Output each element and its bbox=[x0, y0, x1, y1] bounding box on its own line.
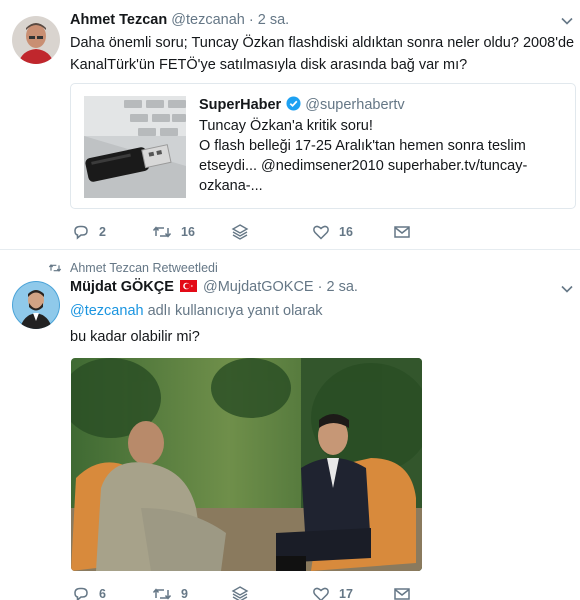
quoted-author-handle[interactable]: @superhabertv bbox=[305, 97, 404, 113]
author-handle[interactable]: @MujdatGOKCE bbox=[203, 279, 314, 295]
separator-dot: · bbox=[317, 279, 323, 295]
reply-count: 2 bbox=[99, 225, 106, 239]
stack-button[interactable] bbox=[231, 584, 249, 600]
heart-icon bbox=[313, 225, 329, 240]
tweet-timestamp[interactable]: 2 sa. bbox=[258, 12, 289, 28]
separator-dot: · bbox=[248, 12, 254, 28]
flash-drive-image[interactable] bbox=[84, 96, 186, 198]
envelope-icon bbox=[394, 588, 410, 600]
tweet-actions: 6 9 17 bbox=[72, 584, 432, 600]
quoted-author-name[interactable]: SuperHaber bbox=[199, 97, 281, 113]
retweet-icon bbox=[152, 226, 172, 238]
turkey-flag-icon bbox=[179, 280, 197, 292]
author-handle[interactable]: @tezcanah bbox=[171, 12, 245, 28]
reply-icon bbox=[74, 587, 88, 600]
stack-icon bbox=[231, 586, 249, 600]
retweet-count: 16 bbox=[181, 225, 195, 239]
like-count: 16 bbox=[339, 225, 353, 239]
tweet-text-line: KanalTürk'ün FETÖ'ye satılmasıyla disk a… bbox=[70, 57, 468, 73]
verified-badge-icon bbox=[286, 96, 301, 111]
retweet-button[interactable]: 9 bbox=[152, 584, 188, 600]
quoted-tweet[interactable]: SuperHaber @superhabertv Tuncay Özkan'a … bbox=[70, 83, 576, 209]
heart-icon bbox=[313, 587, 329, 600]
chevron-down-icon[interactable] bbox=[559, 13, 575, 29]
tweet-header: Ahmet Tezcan @tezcanah · 2 sa. bbox=[70, 12, 289, 28]
tweet-actions: 2 16 16 bbox=[72, 222, 432, 242]
tweet-header: Müjdat GÖKÇE @MujdatGOKCE · 2 sa. bbox=[70, 279, 358, 295]
avatar-mujdat-gokce[interactable] bbox=[12, 281, 60, 329]
tweet-text: bu kadar olabilir mi? bbox=[70, 329, 200, 345]
like-button[interactable]: 16 bbox=[312, 222, 353, 242]
avatar-ahmet-tezcan[interactable] bbox=[12, 16, 60, 64]
retweeted-by-label[interactable]: Ahmet Tezcan Retweetledi bbox=[70, 261, 218, 275]
tweet-ahmet-tezcan[interactable]: Ahmet Tezcan @tezcanah · 2 sa. Daha önem… bbox=[0, 0, 580, 250]
reply-count: 6 bbox=[99, 587, 106, 600]
author-name[interactable]: Müjdat GÖKÇE bbox=[70, 279, 174, 295]
tweet-text-line: Daha önemli soru; Tuncay Özkan flashdisk… bbox=[70, 35, 575, 51]
reply-button[interactable]: 2 bbox=[72, 222, 106, 242]
reply-context-label: adlı kullanıcıya yanıt olarak bbox=[147, 303, 323, 319]
quoted-text-line: ozkana-... bbox=[199, 178, 263, 194]
retweet-button[interactable]: 16 bbox=[152, 222, 195, 242]
chevron-down-icon[interactable] bbox=[559, 281, 575, 297]
tweet-text: Daha önemli soru; Tuncay Özkan flashdisk… bbox=[70, 32, 574, 76]
like-button[interactable]: 17 bbox=[312, 584, 353, 600]
stack-button[interactable] bbox=[231, 222, 249, 242]
retweet-icon bbox=[48, 264, 62, 272]
like-count: 17 bbox=[339, 587, 353, 600]
retweet-count: 9 bbox=[181, 587, 188, 600]
retweet-context: Ahmet Tezcan Retweetledi bbox=[48, 261, 218, 275]
reply-mention-link[interactable]: @tezcanah bbox=[70, 303, 144, 319]
stack-icon bbox=[231, 224, 249, 240]
tweet-media-photo[interactable] bbox=[71, 358, 422, 571]
author-name[interactable]: Ahmet Tezcan bbox=[70, 12, 167, 28]
quoted-text-line: O flash belleği 17-25 Aralık'tan hemen s… bbox=[199, 138, 526, 154]
retweet-icon bbox=[152, 588, 172, 600]
reply-button[interactable]: 6 bbox=[72, 584, 106, 600]
tweet-timestamp[interactable]: 2 sa. bbox=[327, 279, 358, 295]
message-button[interactable] bbox=[393, 584, 411, 600]
reply-icon bbox=[74, 225, 88, 240]
envelope-icon bbox=[394, 226, 410, 238]
tweet-mujdat-gokce[interactable]: Ahmet Tezcan Retweetledi Müjdat GÖKÇE @M… bbox=[0, 251, 580, 600]
message-button[interactable] bbox=[393, 222, 411, 242]
quoted-text-line: Tuncay Özkan'a kritik soru! bbox=[199, 118, 373, 134]
reply-context: @tezcanah adlı kullanıcıya yanıt olarak bbox=[70, 303, 323, 319]
quoted-tweet-header: SuperHaber @superhabertv bbox=[199, 96, 405, 113]
quoted-text-line: etseydi... @nedimsener2010 superhaber.tv… bbox=[199, 158, 528, 174]
